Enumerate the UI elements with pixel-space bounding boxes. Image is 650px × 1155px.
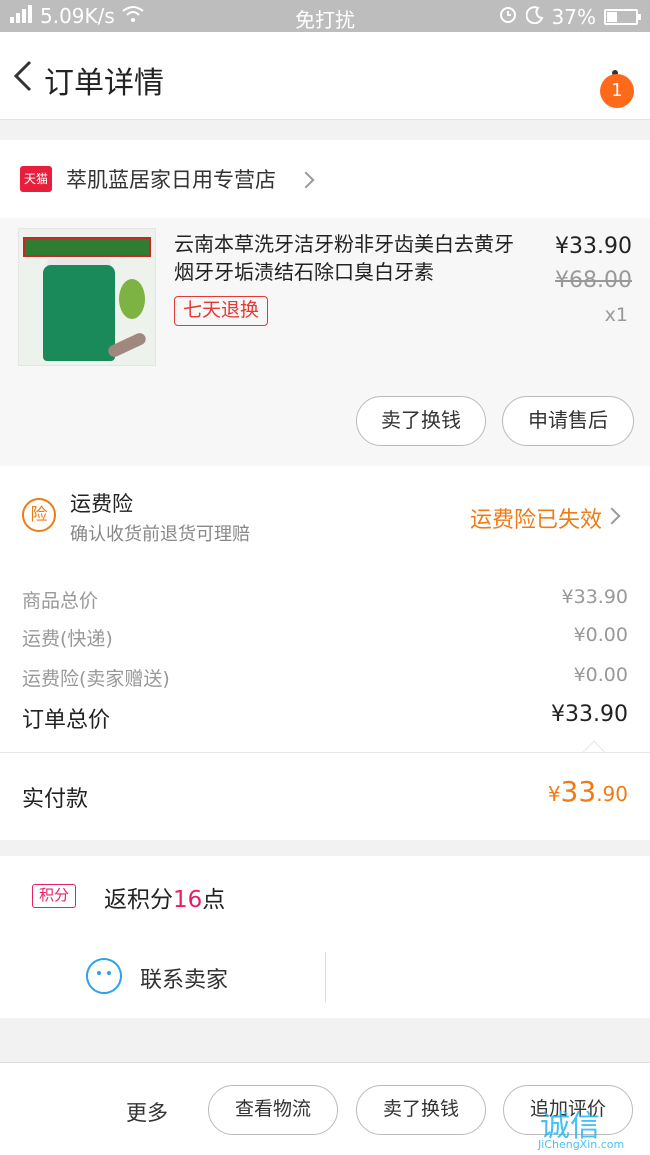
summary-label: 商品总价 [22, 590, 99, 612]
summary-row-goods: 商品总价 ¥33.90 [22, 586, 628, 613]
insurance-icon: 险 [22, 498, 56, 532]
chevron-right-icon [297, 171, 315, 189]
store-row[interactable]: 天猫 萃肌蓝居家日用专营店 [0, 140, 650, 218]
view-logistics-button[interactable]: 查看物流 [208, 1085, 338, 1135]
summary-label: 运费险(卖家赠送) [22, 668, 170, 690]
original-price: ¥68.00 [555, 268, 632, 293]
order-total-label: 订单总价 [22, 708, 111, 733]
page-title: 订单详情 [44, 66, 164, 101]
product-image[interactable] [18, 228, 156, 366]
app-header: 订单详情 1 [0, 32, 650, 120]
summary-label: 运费(快递) [22, 628, 113, 650]
moon-icon [525, 5, 544, 29]
product-price: ¥33.90 [555, 234, 632, 259]
status-bar: 5.09K/s 免打扰 37% [0, 0, 650, 32]
order-total-value: ¥33.90 [551, 702, 628, 727]
chat-bubble-icon[interactable] [86, 958, 122, 994]
amount-paid-label: 实付款 [22, 787, 89, 812]
contact-seller-button[interactable]: 联系卖家 [140, 962, 228, 994]
insurance-title: 运费险 [70, 492, 133, 516]
product-quantity: x1 [604, 304, 628, 326]
divider [325, 952, 326, 1002]
status-right: 37% [498, 4, 641, 29]
store-name: 萃肌蓝居家日用专营店 [66, 168, 276, 192]
summary-row-shipping: 运费(快递) ¥0.00 [22, 624, 628, 651]
shipping-insurance-row[interactable]: 险 运费险 确认收货前退货可理赔 运费险已失效 [0, 466, 650, 562]
points-reward: 返积分16点 [104, 887, 226, 913]
insurance-subtitle: 确认收货前退货可理赔 [70, 524, 250, 545]
price-summary: 商品总价 ¥33.90 运费(快递) ¥0.00 运费险(卖家赠送) ¥0.00… [0, 562, 650, 752]
battery-icon [604, 8, 641, 25]
summary-value: ¥33.90 [561, 586, 628, 608]
alarm-icon [498, 4, 518, 29]
watermark-logo: 诚信 JiChengXin.com [528, 1097, 646, 1151]
summary-value: ¥0.00 [573, 664, 628, 686]
tmall-icon: 天猫 [20, 166, 52, 192]
summary-value: ¥0.00 [573, 624, 628, 646]
product-title[interactable]: 云南本草洗牙洁牙粉非牙齿美白去黄牙烟牙牙垢渍结石除口臭白牙素 [174, 230, 524, 286]
order-total-row: 订单总价 ¥33.90 [22, 702, 628, 734]
summary-row-insurance: 运费险(卖家赠送) ¥0.00 [22, 664, 628, 691]
back-arrow-icon[interactable] [10, 58, 40, 94]
battery-text: 37% [551, 4, 596, 29]
more-button[interactable]: 更多 [126, 1097, 168, 1127]
points-contact-card: 积分 返积分16点 联系卖家 [0, 856, 650, 1018]
points-icon: 积分 [32, 884, 76, 908]
sell-for-cash-button[interactable]: 卖了换钱 [356, 1085, 486, 1135]
battery-fill [607, 11, 618, 22]
amount-paid-value: ¥33.90 [547, 775, 628, 808]
apply-after-sale-button[interactable]: 申请售后 [502, 396, 634, 446]
sell-for-cash-button[interactable]: 卖了换钱 [356, 396, 486, 446]
product-card: 云南本草洗牙洁牙粉非牙齿美白去黄牙烟牙牙垢渍结石除口臭白牙素 七天退换 ¥33.… [0, 218, 650, 466]
notification-badge: 1 [600, 74, 634, 108]
watermark-url: JiChengXin.com [538, 1138, 625, 1151]
bottom-action-bar: 更多 查看物流 卖了换钱 追加评价 诚信 JiChengXin.com [0, 1062, 650, 1155]
amount-paid-row: 实付款 ¥33.90 [0, 752, 650, 840]
seven-day-return-tag: 七天退换 [174, 296, 269, 326]
insurance-status: 运费险已失效 [469, 508, 602, 533]
chevron-right-icon [603, 507, 621, 525]
